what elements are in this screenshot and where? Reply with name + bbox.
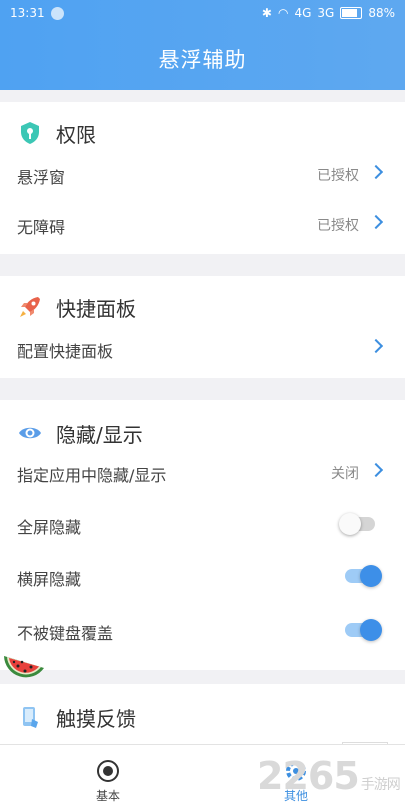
row-floating-window[interactable]: 悬浮窗 已授权	[0, 150, 405, 200]
row-label: 全屏隐藏	[17, 518, 82, 537]
row-landscape-hide: 横屏隐藏	[0, 552, 405, 602]
touch-feedback-section: 触摸反馈	[0, 684, 405, 746]
row-status: 已授权	[317, 168, 359, 184]
row-status: 已授权	[317, 218, 359, 234]
chevron-right-icon	[368, 164, 384, 180]
fullscreen-hide-toggle[interactable]	[339, 513, 375, 535]
shield-icon	[21, 122, 39, 144]
watermark-site: 手游网	[360, 777, 401, 793]
radio-target-icon	[97, 760, 119, 782]
touch-feedback-header: 触摸反馈	[0, 692, 405, 742]
row-fullscreen-hide: 全屏隐藏	[0, 500, 405, 550]
row-label: 配置快捷面板	[17, 342, 114, 361]
chevron-right-icon	[368, 462, 384, 478]
landscape-hide-toggle[interactable]	[345, 565, 382, 587]
row-configure-quick-panel[interactable]: 配置快捷面板	[0, 324, 405, 374]
row-label: 无障碍	[17, 218, 66, 237]
bluetooth-icon: ✱	[261, 6, 272, 20]
row-accessibility[interactable]: 无障碍 已授权	[0, 200, 405, 250]
touch-feedback-title: 触摸反馈	[56, 706, 136, 731]
status-right: ✱ ◠ 4G 3G 88%	[262, 6, 395, 20]
wifi-icon: ◠	[277, 6, 289, 20]
row-label: 指定应用中隐藏/显示	[17, 466, 167, 485]
nav-basic-label: 基本	[95, 789, 120, 803]
hide-show-title: 隐藏/显示	[56, 422, 143, 447]
permissions-section: 权限 悬浮窗 已授权 无障碍 已授权	[0, 102, 405, 254]
chevron-right-icon	[368, 338, 384, 354]
battery-icon	[340, 7, 363, 19]
row-label: 横屏隐藏	[17, 570, 82, 589]
watermark-logo: 2265 手游网	[257, 754, 401, 798]
watermark-brand: 2265	[257, 754, 360, 798]
signal-1: 4G	[294, 6, 312, 20]
row-status: 关闭	[331, 466, 359, 482]
quick-panel-section: 快捷面板 配置快捷面板	[0, 276, 405, 378]
keyboard-cover-toggle[interactable]	[345, 619, 382, 641]
hide-show-section: 隐藏/显示 指定应用中隐藏/显示 关闭 全屏隐藏 横屏隐藏 不被键盘覆盖	[0, 400, 405, 670]
status-bar: 13:31 ✱ ◠ 4G 3G 88%	[0, 0, 405, 28]
row-app-specific[interactable]: 指定应用中隐藏/显示 关闭	[0, 448, 405, 498]
chevron-right-icon	[368, 214, 384, 230]
rocket-icon	[20, 297, 40, 317]
notification-icon	[50, 6, 64, 20]
battery-level: 88%	[368, 6, 395, 20]
nav-basic[interactable]: 基本	[68, 759, 148, 804]
app-header: 13:31 ✱ ◠ 4G 3G 88% 悬浮辅助	[0, 0, 405, 90]
permissions-title: 权限	[56, 122, 96, 147]
row-keyboard-cover: 不被键盘覆盖	[0, 606, 405, 656]
signal-2: 3G	[317, 6, 335, 20]
row-label: 悬浮窗	[17, 168, 66, 187]
clock: 13:31	[10, 6, 45, 20]
floating-ball-icon[interactable]	[0, 638, 48, 686]
phone-touch-icon	[23, 707, 38, 728]
status-time: 13:31	[10, 6, 64, 20]
page-title: 悬浮辅助	[158, 48, 247, 72]
eye-icon	[19, 427, 41, 439]
quick-panel-title: 快捷面板	[56, 296, 136, 321]
